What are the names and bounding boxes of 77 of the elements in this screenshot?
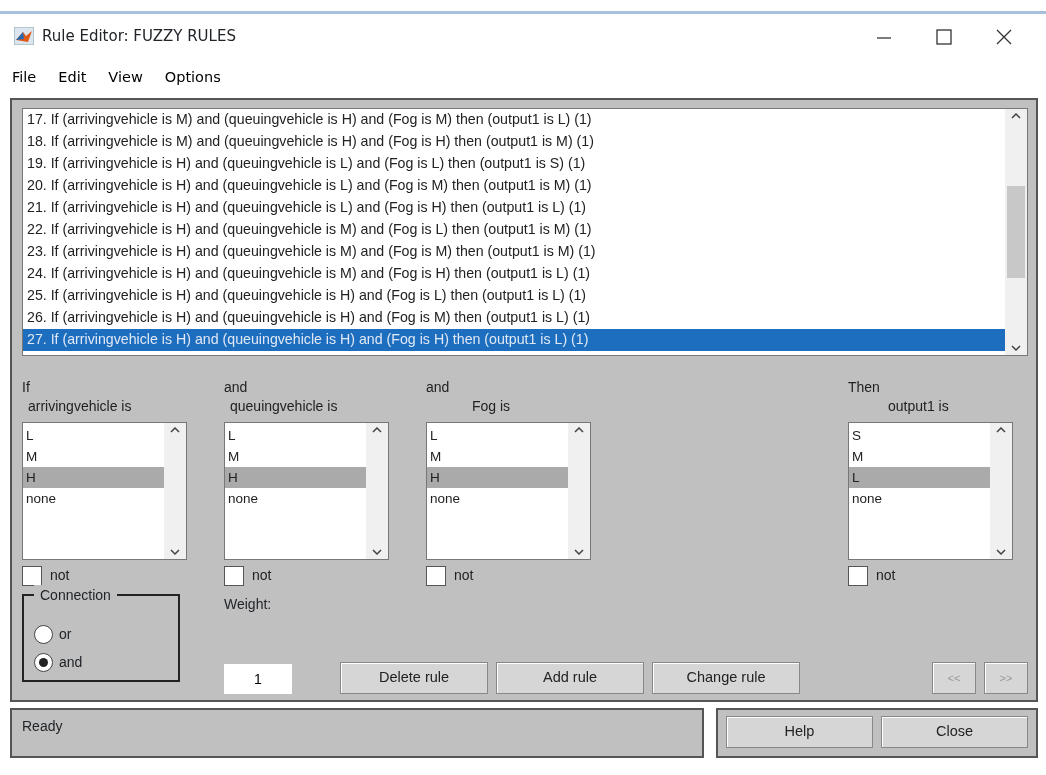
- rule-item[interactable]: 21. If (arrivingvehicle is H) and (queuingvehicle is L) and (Fog is H) then (output1 is L) (1): [23, 197, 1005, 219]
- list-option[interactable]: M: [427, 446, 568, 467]
- rule-item[interactable]: 17. If (arrivingvehicle is M) and (queuingvehicle is H) and (Fog is M) then (output1 is L) (1): [23, 109, 1005, 131]
- status-text: Ready: [10, 708, 704, 758]
- action-button[interactable]: Delete rule: [340, 662, 488, 694]
- list-option[interactable]: M: [23, 446, 164, 467]
- rule-list[interactable]: [22, 108, 1028, 356]
- checkbox[interactable]: [426, 565, 446, 586]
- action-button[interactable]: Change rule: [652, 662, 800, 694]
- radio-button[interactable]: [34, 652, 53, 672]
- rule-item[interactable]: 27. If (arrivingvehicle is H) and (queuingvehicle is H) and (Fog is H) then (output1 is L) (1): [23, 329, 1005, 351]
- variable-label: output1 is: [887, 397, 950, 416]
- membership-list[interactable]: L M H none: [426, 422, 591, 560]
- checkbox-label: not: [50, 566, 70, 585]
- list-option[interactable]: M: [849, 446, 990, 467]
- list-option[interactable]: L: [427, 425, 568, 446]
- window-title: Rule Editor: FUZZY RULES: [42, 25, 236, 47]
- rule-item[interactable]: 22. If (arrivingvehicle is H) and (queuingvehicle is M) and (Fog is L) then (output1 is M) (1): [23, 219, 1005, 241]
- list-option[interactable]: none: [225, 488, 366, 509]
- weight-field[interactable]: 1: [224, 664, 292, 694]
- checkbox-label: not: [252, 566, 272, 585]
- menu-item[interactable]: File: [12, 67, 37, 89]
- scroll-down-icon[interactable]: [1011, 345, 1021, 351]
- connector-label: and: [224, 378, 249, 397]
- scroll-up-icon[interactable]: [996, 427, 1006, 433]
- list-option[interactable]: none: [23, 488, 164, 509]
- weight-label: Weight:: [224, 595, 273, 614]
- scroll-down-icon[interactable]: [372, 549, 382, 555]
- checkbox[interactable]: [224, 565, 244, 586]
- list-option[interactable]: M: [225, 446, 366, 467]
- scroll-up-icon[interactable]: [574, 427, 584, 433]
- scroll-down-icon[interactable]: [996, 549, 1006, 555]
- scroll-up-icon[interactable]: [1011, 113, 1021, 119]
- rule-item[interactable]: 23. If (arrivingvehicle is H) and (queuingvehicle is M) and (Fog is M) then (output1 is M) (1): [23, 241, 1005, 263]
- scroll-up-icon[interactable]: [372, 427, 382, 433]
- scroll-down-icon[interactable]: [170, 549, 180, 555]
- scroll-up-icon[interactable]: [170, 427, 180, 433]
- list-option[interactable]: S: [849, 425, 990, 446]
- list-option[interactable]: L: [849, 467, 990, 488]
- connector-label: If: [22, 378, 31, 397]
- menu-item[interactable]: Options: [164, 67, 221, 89]
- list-option[interactable]: none: [427, 488, 568, 509]
- list-option[interactable]: H: [225, 467, 366, 488]
- action-button[interactable]: Add rule: [496, 662, 644, 694]
- list-option[interactable]: L: [225, 425, 366, 446]
- rule-item[interactable]: 18. If (arrivingvehicle is M) and (queuingvehicle is H) and (Fog is H) then (output1 is M) (1): [23, 131, 1005, 153]
- variable-label: Fog is: [471, 397, 512, 416]
- rule-item[interactable]: 24. If (arrivingvehicle is H) and (queuingvehicle is M) and (Fog is H) then (output1 is L) (1): [23, 263, 1005, 285]
- connector-label: and: [426, 378, 451, 397]
- checkbox[interactable]: [848, 565, 868, 586]
- footer-button[interactable]: Help: [726, 716, 873, 748]
- list-option[interactable]: L: [23, 425, 164, 446]
- menu-item[interactable]: View: [108, 67, 143, 89]
- checkbox-label: not: [876, 566, 896, 585]
- membership-list[interactable]: L M H none: [224, 422, 389, 560]
- connector-label: Then: [848, 378, 881, 397]
- checkbox[interactable]: [22, 565, 42, 586]
- checkbox-label: not: [454, 566, 474, 585]
- scrollbar[interactable]: [1005, 109, 1027, 355]
- variable-label: arrivingvehicle is: [27, 397, 133, 416]
- variable-label: queuingvehicle is: [229, 397, 339, 416]
- scroll-down-icon[interactable]: [574, 549, 584, 555]
- radio-button[interactable]: [34, 624, 53, 644]
- membership-list[interactable]: S M L none: [848, 422, 1013, 560]
- rule-item[interactable]: 26. If (arrivingvehicle is H) and (queuingvehicle is H) and (Fog is M) then (output1 is L) (1): [23, 307, 1005, 329]
- rule-item[interactable]: 20. If (arrivingvehicle is H) and (queuingvehicle is L) and (Fog is M) then (output1 is M) (1): [23, 175, 1005, 197]
- membership-list[interactable]: L M H none: [22, 422, 187, 560]
- list-option[interactable]: H: [427, 467, 568, 488]
- list-option[interactable]: H: [23, 467, 164, 488]
- radio-label: and: [59, 652, 83, 672]
- footer-button[interactable]: Close: [881, 716, 1028, 748]
- list-option[interactable]: none: [849, 488, 990, 509]
- app-logo-icon: [14, 27, 34, 45]
- radio-label: or: [59, 624, 72, 644]
- rule-item[interactable]: 25. If (arrivingvehicle is H) and (queuingvehicle is H) and (Fog is L) then (output1 is L) (1): [23, 285, 1005, 307]
- rule-item[interactable]: 19. If (arrivingvehicle is H) and (queuingvehicle is L) and (Fog is L) then (output1 is S) (1): [23, 153, 1005, 175]
- menu-item[interactable]: Edit: [58, 67, 87, 89]
